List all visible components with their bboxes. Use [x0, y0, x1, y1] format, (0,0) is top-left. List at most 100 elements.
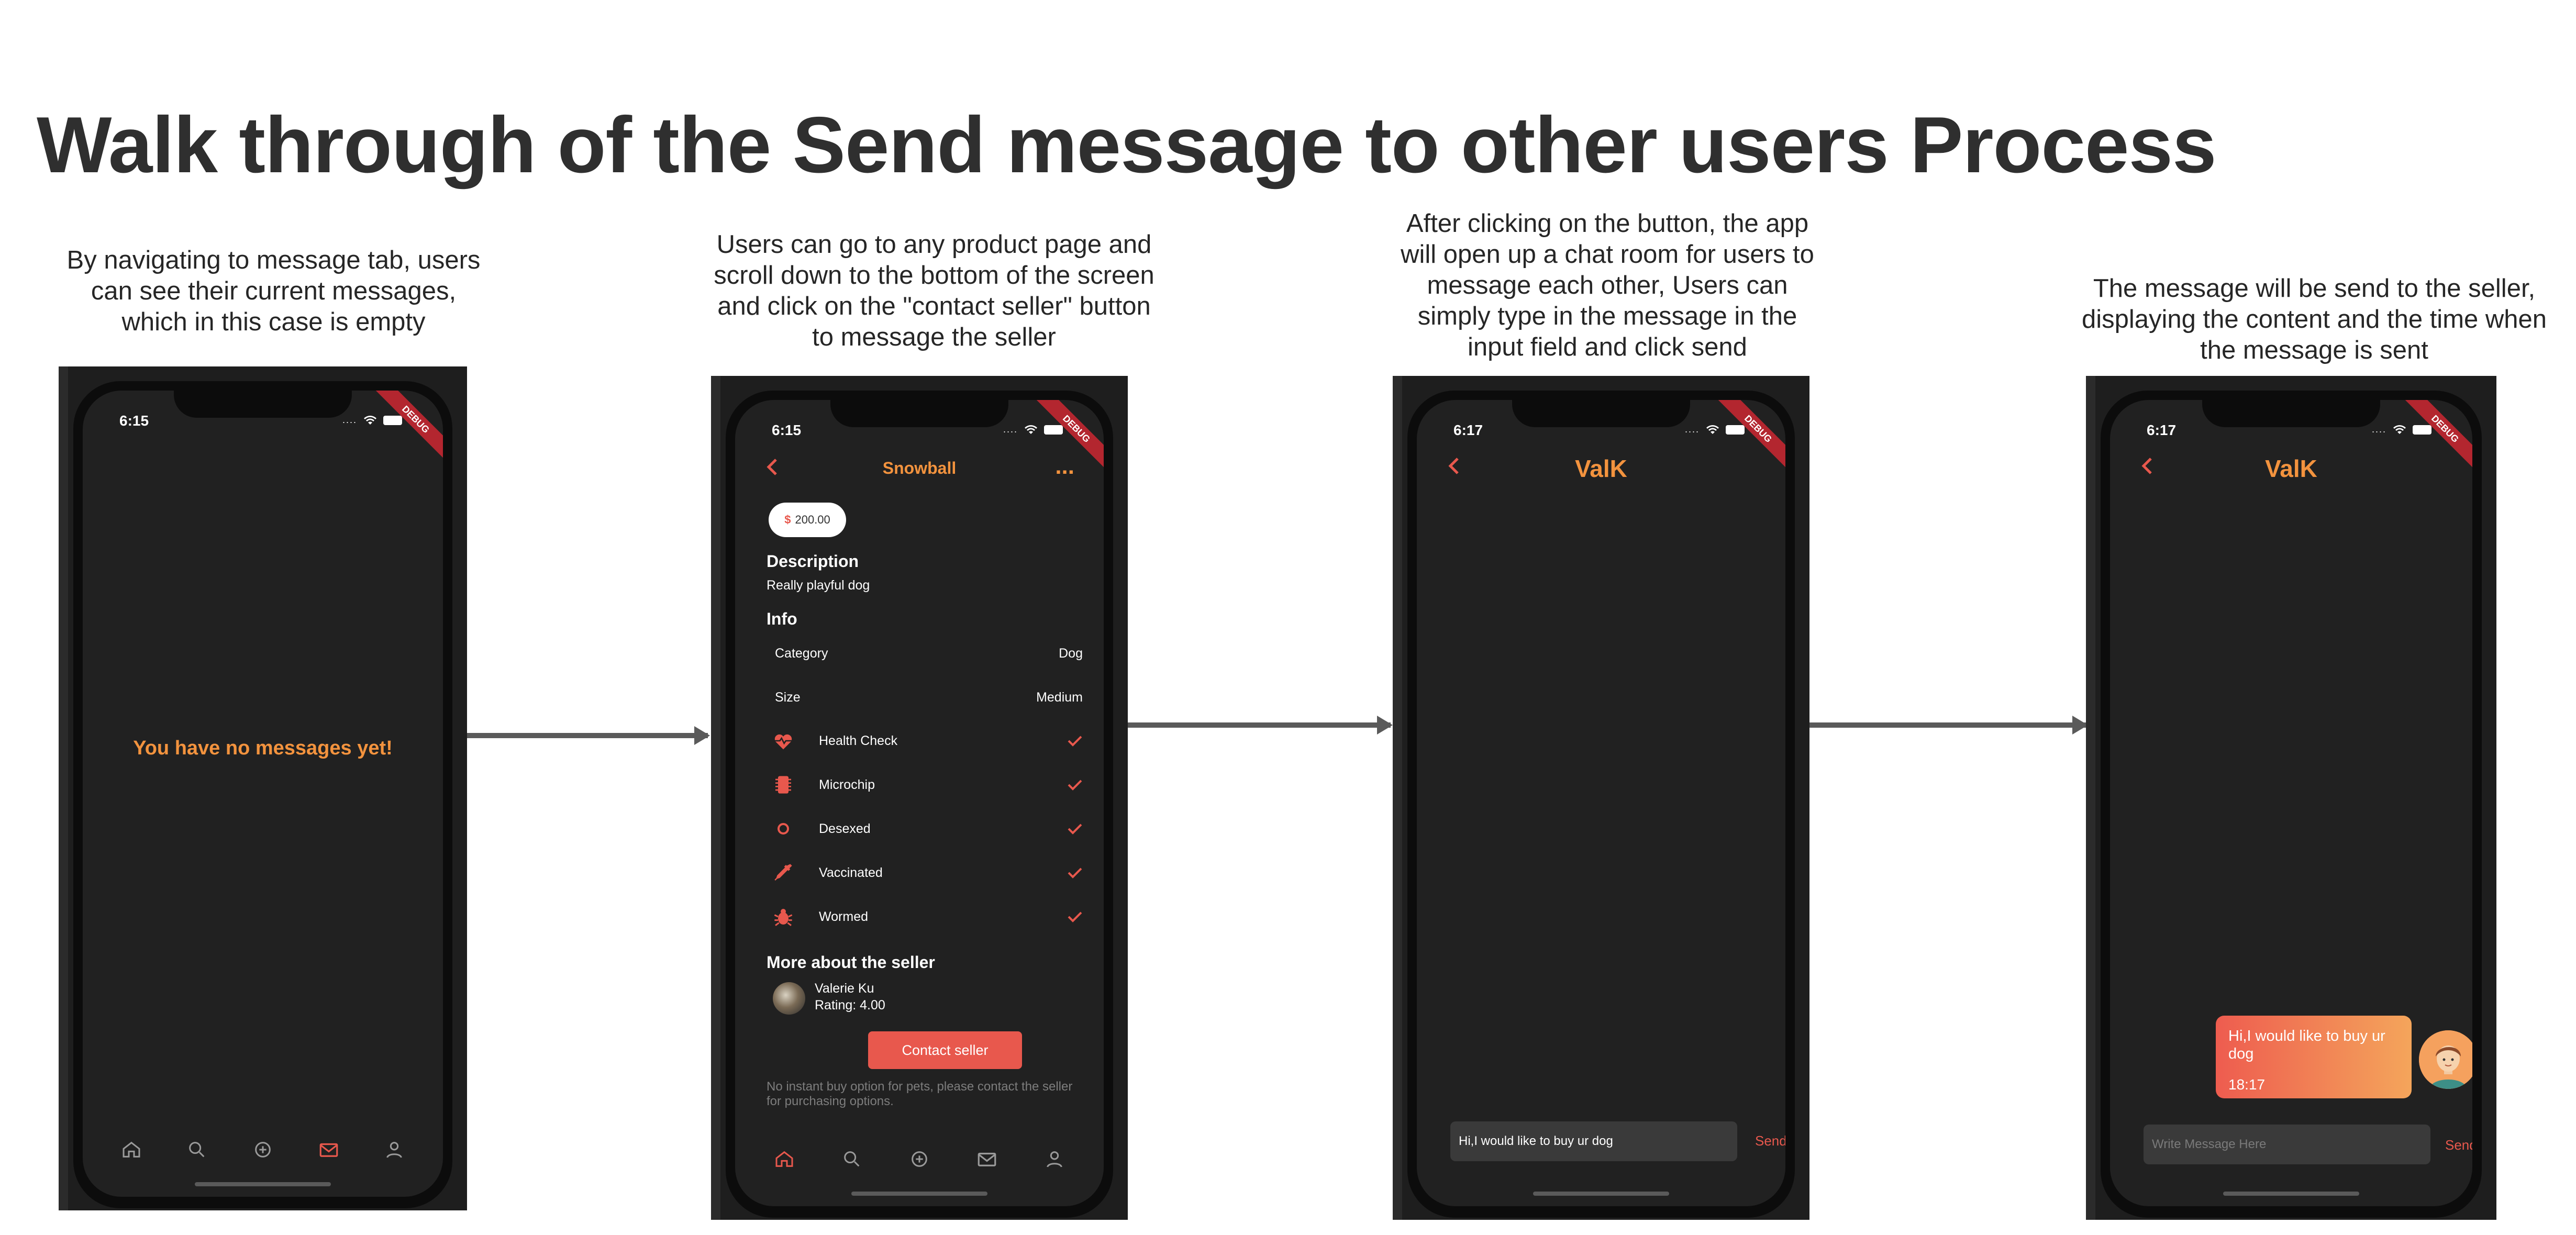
debug-banner: DEBUG: [373, 391, 443, 462]
price-value: 200.00: [795, 513, 830, 526]
chat-title: ValK: [1575, 455, 1627, 482]
bottom-tab-bar: [98, 1134, 427, 1165]
message-input[interactable]: Write Message Here: [2144, 1125, 2430, 1164]
status-icons: ....: [1003, 424, 1063, 435]
phone-product-page: 6:15 .... DEBUG Snowball ... $ 200.00 De…: [711, 376, 1128, 1220]
step-4-caption: The message will be send to the seller, …: [2081, 274, 2547, 364]
status-time: 6:17: [2147, 422, 2177, 438]
step-3-caption: After clicking on the button, the app wi…: [1401, 209, 1814, 361]
purchase-note: No instant buy option for pets, please c…: [767, 1080, 1073, 1108]
phone-chat-compose: 6:17 .... DEBUG ValK Hi,I would like to …: [1393, 376, 1809, 1220]
flow-arrow-3: [1808, 716, 2088, 735]
feature-row-wormed: Wormed: [773, 904, 1083, 930]
cellular-icon: ....: [2371, 424, 2386, 435]
dollar-icon: $: [784, 513, 791, 526]
status-icons: ....: [1685, 424, 1745, 435]
feature-label: Wormed: [819, 909, 869, 924]
check-icon: [1068, 736, 1082, 747]
bottom-tab-bar: [751, 1143, 1088, 1175]
feature-row-desexed: Desexed: [773, 816, 1083, 842]
phone-bezel: 6:15 .... DEBUG Snowball ... $ 200.00 De…: [726, 391, 1113, 1218]
status-icons: ....: [2372, 424, 2431, 435]
person-avatar-icon: [2419, 1030, 2472, 1089]
empty-messages-text: You have no messages yet!: [133, 737, 393, 759]
phone-bezel: 6:17 .... DEBUG ValK Hi,I would like to …: [2101, 391, 2482, 1218]
phone-screen: 6:15 .... DEBUG You have no messages yet…: [83, 391, 443, 1197]
check-icon: [1068, 911, 1082, 922]
description-text: Really playful dog: [767, 578, 870, 593]
send-button[interactable]: Send: [1755, 1133, 1785, 1149]
tab-add[interactable]: [250, 1137, 276, 1163]
description-heading: Description: [767, 552, 859, 571]
cellular-icon: ....: [342, 415, 357, 425]
home-indicator: [195, 1182, 331, 1186]
check-icon: [1068, 824, 1082, 835]
price-chip: $ 200.00: [769, 503, 846, 537]
sent-message-bubble: Hi,I would like to buy ur dog 18:17: [2216, 1016, 2412, 1098]
page-title: Walk through of the Send message to othe…: [37, 101, 2217, 190]
info-label: Size: [775, 690, 801, 705]
home-indicator: [1533, 1192, 1669, 1196]
seller-avatar[interactable]: [773, 982, 805, 1015]
battery-icon: [1726, 425, 1745, 435]
battery-icon: [1044, 425, 1063, 435]
flow-arrow-2: [1126, 716, 1393, 735]
feature-row-health-check: Health Check: [773, 728, 1083, 754]
search-icon: [844, 1151, 860, 1167]
tab-search[interactable]: [839, 1146, 865, 1172]
chip-icon: [773, 774, 794, 795]
seller-heading: More about the seller: [767, 953, 935, 972]
tab-search[interactable]: [184, 1137, 210, 1163]
tab-profile[interactable]: [1041, 1146, 1068, 1172]
wifi-icon: [2393, 425, 2406, 434]
feature-row-microchip: Microchip: [773, 772, 1083, 798]
message-time: 18:17: [2228, 1076, 2266, 1093]
status-icons: ....: [342, 415, 402, 426]
tab-messages[interactable]: [316, 1137, 342, 1163]
seller-rating: Rating: 4.00: [815, 998, 885, 1013]
phone-message-tab: 6:15 .... DEBUG You have no messages yet…: [59, 366, 467, 1210]
battery-icon: [2413, 425, 2431, 435]
heart-pulse-icon: [773, 730, 794, 751]
contact-seller-button[interactable]: Contact seller: [868, 1031, 1022, 1069]
info-label: Category: [775, 646, 828, 661]
product-title: Snowball: [882, 459, 957, 477]
more-options-button[interactable]: ...: [1055, 453, 1074, 480]
feature-label: Desexed: [819, 821, 871, 836]
flow-arrow-1: [466, 726, 710, 745]
message-input[interactable]: Hi,I would like to buy ur dog: [1450, 1121, 1737, 1161]
notch: [174, 391, 352, 418]
home-icon: [123, 1141, 140, 1158]
add-circle-icon: [255, 1142, 271, 1158]
profile-icon: [1046, 1151, 1062, 1167]
phone-screen: 6:17 .... DEBUG ValK Hi,I would like to …: [2110, 400, 2472, 1206]
message-text: Hi,I would like to buy ur dog: [2228, 1028, 2385, 1062]
syringe-icon: [773, 862, 794, 883]
info-value: Dog: [1059, 646, 1083, 661]
battery-icon: [383, 415, 402, 425]
tab-messages[interactable]: [974, 1146, 1000, 1172]
wifi-icon: [1706, 425, 1719, 434]
home-icon: [775, 1151, 793, 1167]
feature-label: Microchip: [819, 777, 875, 792]
info-heading: Info: [767, 609, 797, 628]
tab-home[interactable]: [771, 1146, 797, 1172]
step-1-caption: By navigating to message tab, users can …: [66, 246, 481, 336]
status-time: 6:15: [772, 422, 802, 438]
check-icon: [1068, 867, 1082, 878]
tab-profile[interactable]: [381, 1137, 407, 1163]
send-button[interactable]: Send: [2445, 1137, 2472, 1153]
cellular-icon: ....: [1003, 424, 1018, 435]
check-icon: [1068, 780, 1082, 791]
notch: [830, 400, 1008, 427]
circle-icon: [773, 818, 794, 839]
mail-icon: [319, 1143, 338, 1157]
user-avatar: [2419, 1030, 2472, 1089]
tab-home[interactable]: [118, 1137, 145, 1163]
phone-bezel: 6:15 .... DEBUG You have no messages yet…: [73, 381, 452, 1208]
phone-screen: 6:15 .... DEBUG Snowball ... $ 200.00 De…: [735, 400, 1104, 1206]
tab-add[interactable]: [906, 1146, 932, 1172]
info-value: Medium: [1036, 690, 1083, 705]
seller-name: Valerie Ku: [815, 981, 874, 996]
status-time: 6:15: [119, 413, 149, 429]
